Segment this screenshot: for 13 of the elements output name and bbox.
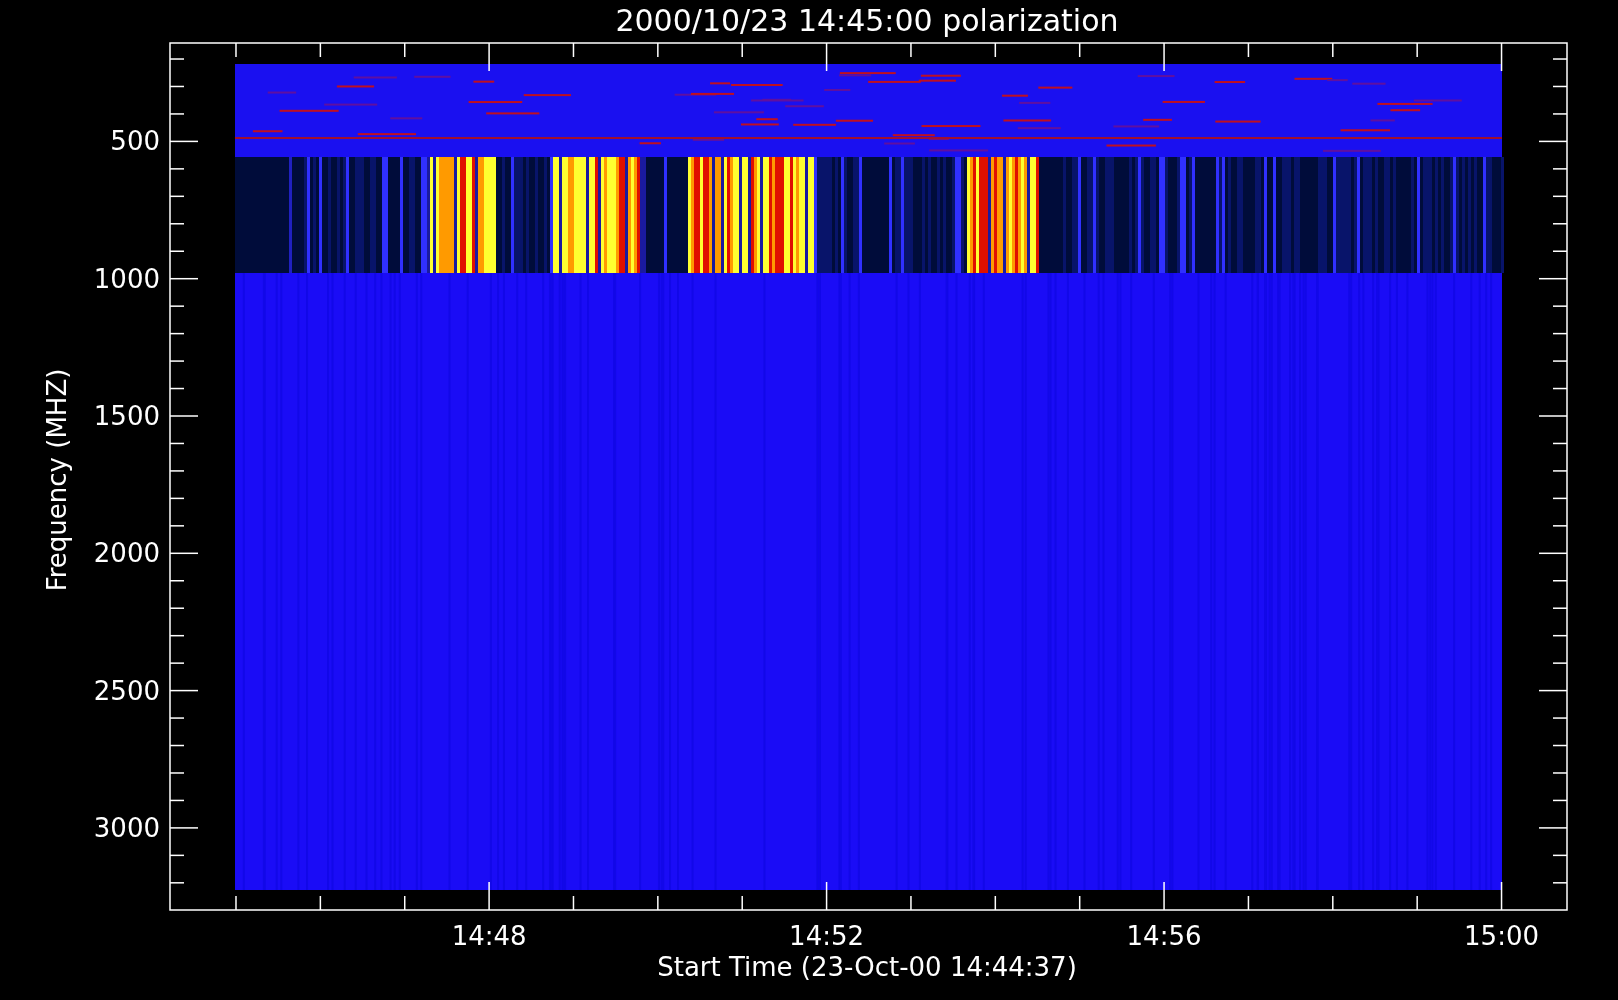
tick-label: 14:52 xyxy=(789,921,865,951)
plot-title: 2000/10/23 14:45:00 polarization xyxy=(615,3,1119,38)
axis-label: Frequency (MHZ) xyxy=(42,368,72,592)
tick-label: 2500 xyxy=(93,675,160,706)
tick-label: 14:48 xyxy=(451,921,527,951)
axis-label: Start Time (23-Oct-00 14:44:37) xyxy=(657,952,1077,982)
tick-label: 1000 xyxy=(93,263,160,294)
tick-label: 1500 xyxy=(93,401,160,431)
tick-label: 500 xyxy=(110,126,160,157)
tick-label: 2000 xyxy=(93,538,160,569)
tick-label: 14:56 xyxy=(1126,921,1202,951)
tick-label: 15:00 xyxy=(1464,921,1539,951)
tick-label: 3000 xyxy=(93,812,160,843)
